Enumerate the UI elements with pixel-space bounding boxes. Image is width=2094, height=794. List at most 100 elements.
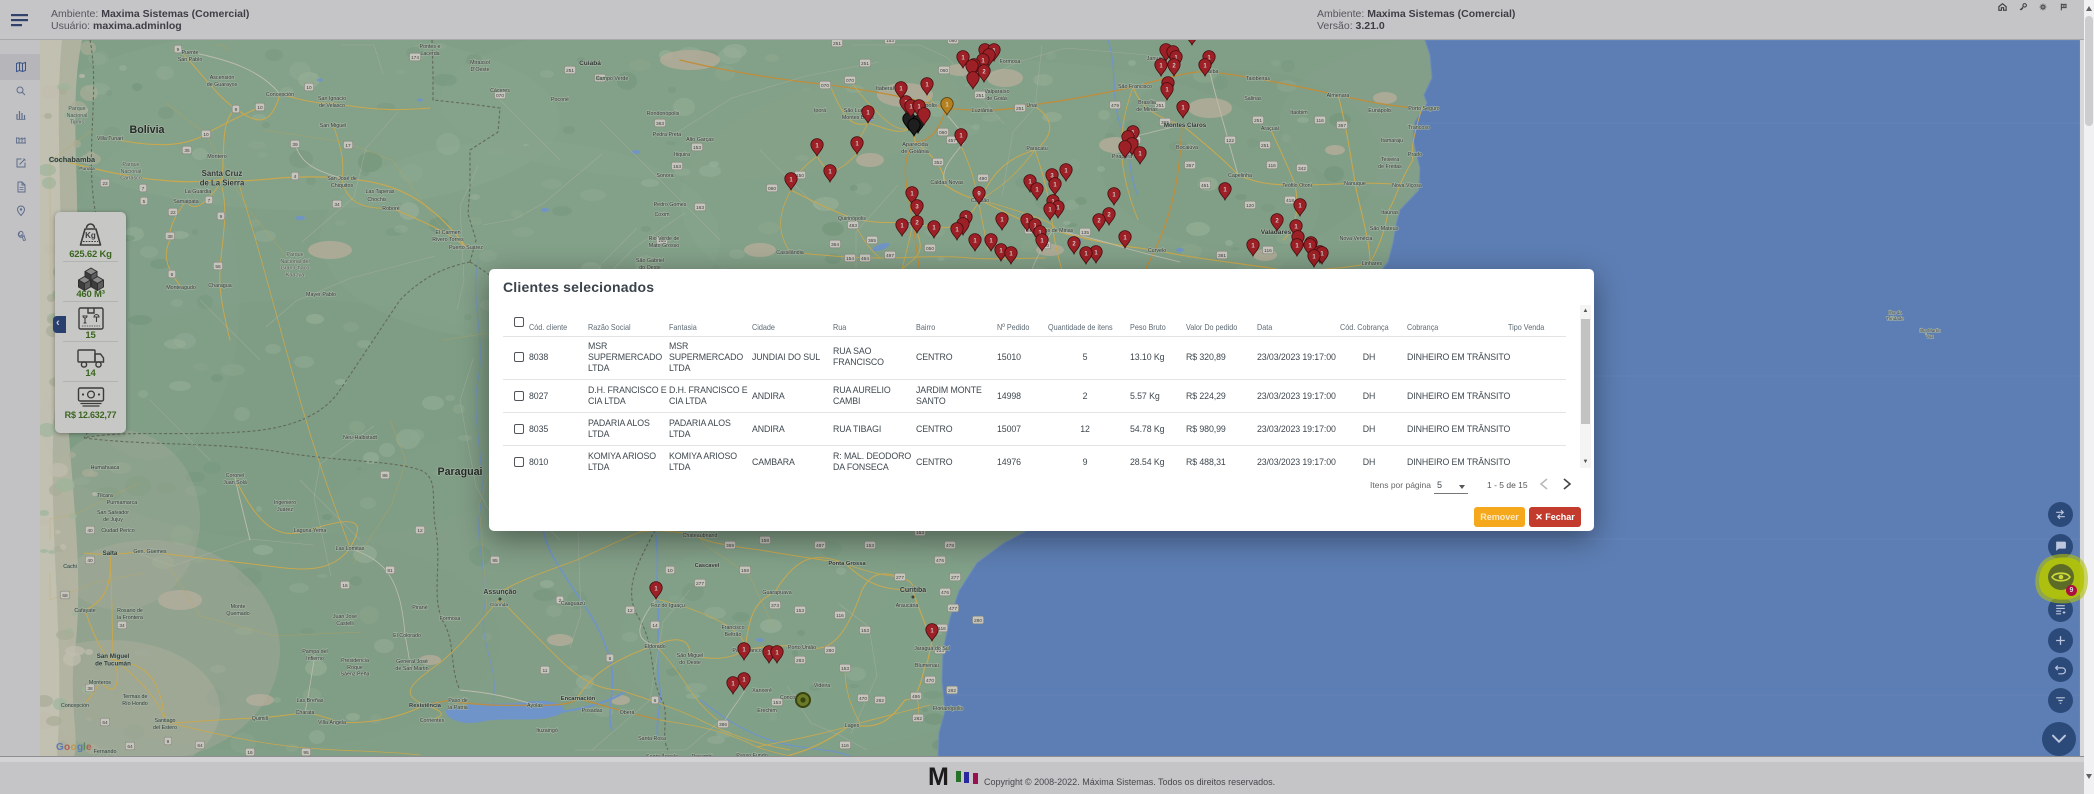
svg-text:34: 34	[334, 202, 340, 208]
svg-text:10: 10	[257, 105, 263, 111]
svg-text:116: 116	[938, 626, 946, 632]
svg-text:Pedro Gomes: Pedro Gomes	[654, 202, 687, 208]
svg-text:22: 22	[170, 210, 176, 216]
svg-text:Oberá: Oberá	[620, 710, 635, 716]
svg-text:de Velasco: de Velasco	[319, 103, 345, 109]
svg-text:o: o	[71, 742, 77, 753]
svg-text:153: 153	[841, 666, 849, 672]
svg-text:451: 451	[1201, 183, 1209, 189]
svg-text:de La Sierra: de La Sierra	[200, 178, 245, 187]
svg-text:352: 352	[934, 160, 942, 166]
svg-text:282: 282	[914, 716, 922, 722]
svg-text:40: 40	[87, 528, 93, 534]
svg-text:6: 6	[609, 656, 612, 662]
svg-text:do Oeste: do Oeste	[679, 660, 701, 666]
svg-text:Monteros: Monteros	[89, 680, 112, 686]
svg-text:120: 120	[1246, 203, 1254, 209]
svg-text:68: 68	[62, 593, 68, 599]
svg-text:95: 95	[492, 558, 498, 564]
svg-text:Ituzaingó: Ituzaingó	[536, 728, 558, 734]
svg-text:Parque: Parque	[122, 162, 139, 168]
svg-text:16: 16	[247, 750, 253, 756]
svg-text:251: 251	[566, 68, 574, 74]
svg-text:369: 369	[726, 543, 734, 549]
svg-text:General José: General José	[396, 659, 428, 665]
svg-text:9: 9	[220, 214, 223, 220]
svg-text:Rosario de: Rosario de	[117, 608, 143, 614]
svg-text:Montero: Montero	[207, 154, 227, 160]
svg-text:Ilha Martin: Ilha Martin	[1919, 328, 1941, 333]
svg-text:Brasília: Brasília	[1138, 100, 1156, 106]
svg-text:Lacerda: Lacerda	[420, 51, 439, 57]
svg-text:Parque: Parque	[68, 106, 85, 112]
svg-text:Sonora: Sonora	[656, 173, 673, 179]
svg-text:060: 060	[940, 68, 948, 74]
svg-text:Bolívia: Bolívia	[130, 124, 165, 136]
svg-text:Beltrão: Beltrão	[725, 632, 742, 638]
svg-text:Quemado: Quemado	[226, 611, 249, 617]
svg-text:São Gabriel: São Gabriel	[636, 258, 664, 264]
svg-text:070: 070	[846, 78, 854, 84]
svg-text:38: 38	[167, 234, 173, 240]
svg-text:Sáenz Peña: Sáenz Peña	[340, 672, 369, 678]
svg-text:Cascavel: Cascavel	[695, 563, 720, 569]
svg-text:Ciudad Perico: Ciudad Perico	[101, 528, 135, 534]
svg-text:Caldas Novas: Caldas Novas	[930, 180, 964, 186]
svg-text:Rio Verde de: Rio Verde de	[649, 236, 680, 242]
svg-text:282: 282	[948, 688, 956, 694]
svg-text:Cáceres: Cáceres	[490, 88, 510, 94]
svg-text:Cuiabá: Cuiabá	[579, 60, 601, 67]
svg-text:Pirané: Pirané	[412, 605, 427, 611]
svg-text:São Mateus: São Mateus	[1370, 226, 1399, 232]
svg-text:de Freitas: de Freitas	[1378, 164, 1402, 170]
svg-text:Ilha da: Ilha da	[1888, 310, 1902, 315]
svg-text:San Salvador: San Salvador	[97, 510, 129, 516]
svg-text:86: 86	[382, 473, 388, 479]
svg-text:277: 277	[696, 581, 704, 587]
svg-text:D'Oeste: D'Oeste	[470, 67, 489, 73]
svg-text:5: 5	[143, 199, 146, 205]
svg-text:Porto Seguro: Porto Seguro	[1408, 106, 1439, 112]
svg-text:Chochis: Chochis	[367, 197, 387, 203]
svg-text:Resistência: Resistência	[409, 703, 442, 709]
svg-text:Nacional: Nacional	[67, 113, 88, 119]
svg-text:479: 479	[1111, 103, 1119, 109]
svg-text:Chateaubriand: Chateaubriand	[683, 533, 718, 539]
svg-text:6: 6	[654, 698, 657, 704]
svg-text:080: 080	[949, 40, 957, 44]
svg-text:Ayolas: Ayolas	[527, 703, 543, 709]
svg-text:Villa Ángela: Villa Ángela	[318, 719, 346, 726]
svg-text:Pedra Preta: Pedra Preta	[653, 132, 681, 138]
svg-text:San Miguel: San Miguel	[320, 123, 347, 129]
svg-text:470: 470	[926, 678, 934, 684]
svg-text:Puerto Suárez: Puerto Suárez	[449, 245, 483, 251]
svg-text:Salta: Salta	[103, 550, 118, 557]
svg-text:060: 060	[939, 130, 947, 136]
svg-text:Infierno: Infierno	[306, 656, 324, 662]
svg-text:Coxim: Coxim	[654, 212, 670, 218]
svg-text:Teófilo Otoni: Teófilo Otoni	[1282, 183, 1312, 189]
svg-text:Roboré: Roboré	[382, 206, 400, 212]
svg-text:060: 060	[768, 186, 776, 192]
svg-text:Luziânia: Luziânia	[971, 108, 993, 114]
svg-text:363: 363	[656, 121, 664, 127]
svg-text:Nacional del: Nacional del	[280, 259, 309, 265]
svg-text:154: 154	[846, 256, 854, 262]
svg-text:Taiobeiras: Taiobeiras	[1246, 76, 1271, 82]
svg-text:Cochabamba: Cochabamba	[49, 155, 96, 164]
svg-text:Blumenau: Blumenau	[915, 663, 939, 669]
svg-text:Erechim: Erechim	[757, 708, 777, 714]
svg-text:Tilcara: Tilcara	[97, 493, 113, 499]
svg-text:497: 497	[886, 253, 894, 259]
svg-text:34: 34	[119, 623, 125, 629]
svg-text:4: 4	[294, 174, 297, 180]
svg-text:Gen. Güemes: Gen. Güemes	[133, 549, 167, 555]
svg-text:Clorinda: Clorinda	[490, 602, 509, 608]
svg-text:San Pablo: San Pablo	[178, 57, 203, 63]
svg-text:070: 070	[821, 83, 829, 89]
svg-text:Castelli: Castelli	[336, 621, 353, 627]
svg-text:251: 251	[1016, 106, 1024, 112]
svg-text:Aparecida: Aparecida	[902, 142, 929, 148]
svg-text:418: 418	[1286, 198, 1294, 204]
svg-text:7: 7	[208, 198, 211, 204]
